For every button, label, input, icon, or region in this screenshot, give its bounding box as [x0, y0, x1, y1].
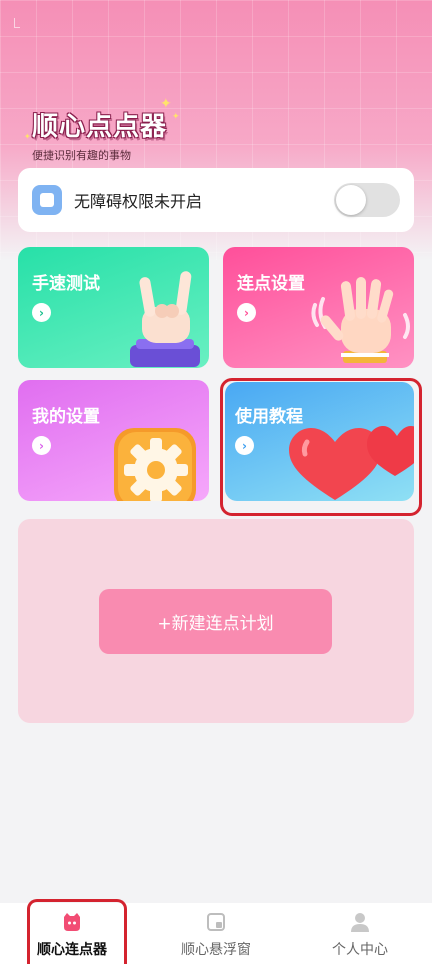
card-title: 连点设置: [237, 274, 305, 294]
card-title: 我的设置: [32, 407, 100, 427]
waving-hand-icon: [311, 277, 410, 363]
accessibility-status-text: 无障碍权限未开启: [74, 192, 203, 211]
gear-icon: [114, 428, 196, 501]
card-click-settings[interactable]: 连点设置 ›: [223, 247, 414, 368]
card-my-settings[interactable]: 我的设置 ›: [18, 380, 209, 501]
app-logo-title: 顺心点点器: [32, 112, 168, 142]
plan-panel: +新建连点计划: [18, 519, 414, 723]
highlight-box-clicker-tab: [27, 899, 127, 964]
card-speed-test[interactable]: 手速测试 ›: [18, 247, 209, 368]
rock-hand-icon: [130, 271, 200, 367]
chevron-right-icon: ›: [237, 303, 256, 322]
app-subtitle: 便捷识别有趣的事物: [32, 149, 131, 162]
chevron-right-icon: ›: [32, 436, 51, 455]
person-icon: [351, 913, 369, 932]
new-click-plan-button[interactable]: +新建连点计划: [99, 589, 332, 654]
accessibility-icon: [32, 185, 62, 215]
tab-floating-window[interactable]: 顺心悬浮窗: [144, 903, 288, 964]
tab-label: 顺心悬浮窗: [181, 942, 251, 958]
accessibility-toggle[interactable]: [334, 183, 400, 217]
sparkle-icon: ✦: [160, 96, 172, 112]
card-title: 手速测试: [32, 274, 100, 294]
brand: 顺心点点器 便捷识别有趣的事物: [32, 106, 167, 163]
accessibility-notice[interactable]: 无障碍权限未开启: [18, 168, 414, 232]
status-bar-mark: [14, 18, 20, 28]
toggle-knob: [336, 185, 366, 215]
window-icon: [207, 913, 225, 931]
highlight-box-tutorial: [220, 378, 422, 516]
tab-profile[interactable]: 个人中心: [288, 903, 432, 964]
sparkle-icon: ✦: [172, 112, 180, 122]
sparkle-icon: ✦: [24, 132, 31, 141]
tab-label: 个人中心: [332, 942, 388, 958]
chevron-right-icon: ›: [32, 303, 51, 322]
